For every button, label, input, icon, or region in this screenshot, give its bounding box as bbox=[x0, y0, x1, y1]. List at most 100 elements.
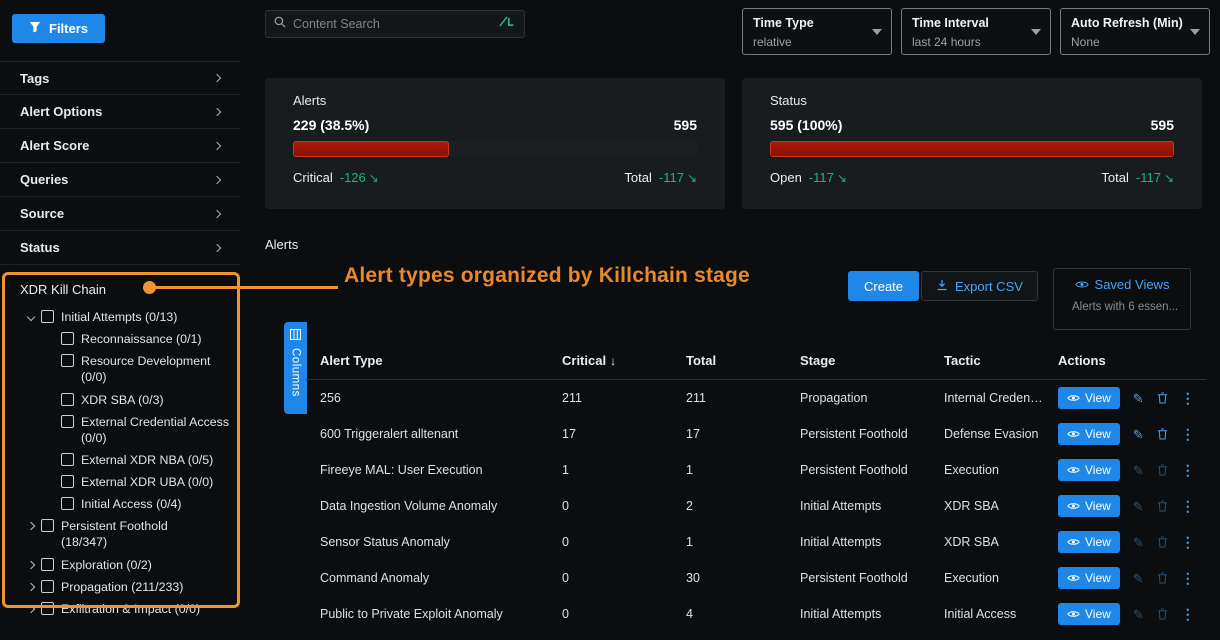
metric-label: Total bbox=[624, 170, 651, 185]
tree-item-resource-development[interactable]: Resource Development (0/0) bbox=[0, 350, 240, 388]
search-icon bbox=[274, 15, 286, 33]
search-input[interactable] bbox=[293, 17, 491, 31]
metric-label: Open bbox=[770, 170, 802, 185]
xdr-kill-chain-title: XDR Kill Chain bbox=[0, 272, 240, 306]
tree-item-external-xdr-uba[interactable]: External XDR UBA (0/0) bbox=[0, 471, 240, 493]
edit-icon[interactable]: ✎ bbox=[1133, 392, 1144, 405]
delete-icon[interactable] bbox=[1157, 536, 1168, 548]
export-csv-button[interactable]: Export CSV bbox=[921, 271, 1038, 301]
caret-right-icon[interactable] bbox=[27, 605, 35, 613]
delete-icon[interactable] bbox=[1157, 608, 1168, 620]
checkbox[interactable] bbox=[41, 580, 54, 593]
sidebar-item-queries[interactable]: Queries bbox=[0, 163, 240, 197]
create-button[interactable]: Create bbox=[848, 271, 919, 301]
tree-item-external-xdr-nba[interactable]: External XDR NBA (0/5) bbox=[0, 449, 240, 471]
header-total[interactable]: Total bbox=[672, 353, 786, 368]
more-options-icon[interactable]: ⋮ bbox=[1181, 499, 1195, 513]
checkbox[interactable] bbox=[41, 602, 54, 615]
cell-stage: Persistent Foothold bbox=[786, 463, 930, 477]
checkbox[interactable] bbox=[41, 519, 54, 532]
sidebar-item-status[interactable]: Status bbox=[0, 231, 240, 265]
tree-item-reconnaissance[interactable]: Reconnaissance (0/1) bbox=[0, 328, 240, 350]
edit-icon[interactable]: ✎ bbox=[1133, 608, 1144, 621]
tree-item-propagation[interactable]: Propagation (211/233) bbox=[0, 576, 240, 598]
checkbox[interactable] bbox=[61, 475, 74, 488]
annotation-text: Alert types organized by Killchain stage bbox=[344, 264, 750, 288]
time-type-dropdown[interactable]: Time Type relative bbox=[742, 8, 892, 55]
header-alert-type[interactable]: Alert Type bbox=[306, 353, 548, 368]
tree-item-initial-access[interactable]: Initial Access (0/4) bbox=[0, 493, 240, 515]
caret-right-icon[interactable] bbox=[27, 522, 35, 530]
edit-icon[interactable]: ✎ bbox=[1133, 428, 1144, 441]
cell-stage: Persistent Foothold bbox=[786, 571, 930, 585]
delete-icon[interactable] bbox=[1157, 464, 1168, 476]
header-stage[interactable]: Stage bbox=[786, 353, 930, 368]
checkbox[interactable] bbox=[61, 332, 74, 345]
view-button[interactable]: View bbox=[1058, 423, 1120, 445]
delete-icon[interactable] bbox=[1157, 392, 1168, 404]
more-options-icon[interactable]: ⋮ bbox=[1181, 427, 1195, 441]
view-button[interactable]: View bbox=[1058, 459, 1120, 481]
cell-alert-type: Fireeye MAL: User Execution bbox=[306, 463, 548, 477]
view-button[interactable]: View bbox=[1058, 531, 1120, 553]
view-button[interactable]: View bbox=[1058, 567, 1120, 589]
more-options-icon[interactable]: ⋮ bbox=[1181, 607, 1195, 621]
view-button[interactable]: View bbox=[1058, 603, 1120, 625]
cell-stage: Initial Attempts bbox=[786, 535, 930, 549]
tree-item-initial-attempts[interactable]: Initial Attempts (0/13) bbox=[0, 306, 240, 328]
tree-item-label: Initial Access (0/4) bbox=[81, 496, 182, 512]
more-options-icon[interactable]: ⋮ bbox=[1181, 463, 1195, 477]
sidebar-item-alert-options[interactable]: Alert Options bbox=[0, 95, 240, 129]
checkbox[interactable] bbox=[41, 558, 54, 571]
card-title: Alerts bbox=[293, 93, 697, 108]
view-button[interactable]: View bbox=[1058, 387, 1120, 409]
tree-item-persistent-foothold[interactable]: Persistent Foothold (18/347) bbox=[0, 515, 240, 553]
delete-icon[interactable] bbox=[1157, 428, 1168, 440]
tree-item-label: Initial Attempts (0/13) bbox=[61, 309, 177, 325]
edit-icon[interactable]: ✎ bbox=[1133, 572, 1144, 585]
sidebar-item-source[interactable]: Source bbox=[0, 197, 240, 231]
caret-right-icon[interactable] bbox=[27, 560, 35, 568]
tree-item-label: External Credential Access (0/0) bbox=[81, 414, 236, 446]
filters-button[interactable]: Filters bbox=[12, 14, 105, 43]
caret-down-icon[interactable] bbox=[27, 313, 35, 321]
delete-icon[interactable] bbox=[1157, 500, 1168, 512]
sidebar-item-tags[interactable]: Tags bbox=[0, 61, 240, 95]
sidebar-item-alert-score[interactable]: Alert Score bbox=[0, 129, 240, 163]
header-critical[interactable]: Critical↓ bbox=[548, 353, 672, 368]
edit-icon[interactable]: ✎ bbox=[1133, 464, 1144, 477]
tree-item-xdr-sba[interactable]: XDR SBA (0/3) bbox=[0, 389, 240, 411]
edit-icon[interactable]: ✎ bbox=[1133, 536, 1144, 549]
saved-views-dropdown[interactable]: Saved Views Alerts with 6 essen... bbox=[1053, 268, 1191, 330]
checkbox[interactable] bbox=[61, 354, 74, 367]
metric-delta: -117 bbox=[809, 170, 834, 185]
chevron-right-icon bbox=[213, 209, 221, 217]
time-interval-dropdown[interactable]: Time Interval last 24 hours bbox=[901, 8, 1051, 55]
more-options-icon[interactable]: ⋮ bbox=[1181, 571, 1195, 585]
checkbox[interactable] bbox=[61, 453, 74, 466]
checkbox[interactable] bbox=[41, 310, 54, 323]
view-button[interactable]: View bbox=[1058, 495, 1120, 517]
caret-down-icon bbox=[1190, 29, 1200, 35]
tree-item-exploration[interactable]: Exploration (0/2) bbox=[0, 554, 240, 576]
auto-refresh-dropdown[interactable]: Auto Refresh (Min) None bbox=[1060, 8, 1210, 55]
more-options-icon[interactable]: ⋮ bbox=[1181, 391, 1195, 405]
edit-icon[interactable]: ✎ bbox=[1133, 500, 1144, 513]
checkbox[interactable] bbox=[61, 393, 74, 406]
tree-item-external-credential-access[interactable]: External Credential Access (0/0) bbox=[0, 411, 240, 449]
delete-icon[interactable] bbox=[1157, 572, 1168, 584]
tree-item-label: Resource Development (0/0) bbox=[81, 353, 236, 385]
cell-total: 17 bbox=[672, 427, 786, 441]
tree-item-exfiltration-impact[interactable]: Exfiltration & Impact (0/0) bbox=[0, 598, 240, 620]
more-options-icon[interactable]: ⋮ bbox=[1181, 535, 1195, 549]
table-row: Public to Private Exploit Anomaly 0 4 In… bbox=[306, 596, 1206, 632]
header-tactic[interactable]: Tactic bbox=[930, 353, 1044, 368]
xdr-kill-chain-section: XDR Kill Chain Initial Attempts (0/13) R… bbox=[0, 272, 240, 620]
caret-right-icon[interactable] bbox=[27, 582, 35, 590]
chevron-right-icon bbox=[213, 141, 221, 149]
query-language-icon[interactable] bbox=[498, 15, 516, 33]
table-row: 600 Triggeralert alltenant 17 17 Persist… bbox=[306, 416, 1206, 452]
columns-button[interactable]: Columns bbox=[284, 322, 307, 414]
checkbox[interactable] bbox=[61, 415, 74, 428]
checkbox[interactable] bbox=[61, 497, 74, 510]
